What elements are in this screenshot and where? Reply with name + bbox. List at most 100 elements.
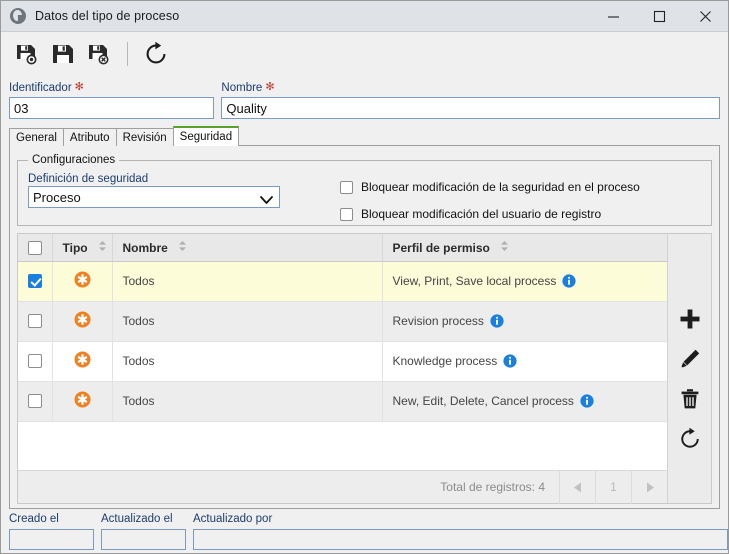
nombre-label: Nombre ✻ <box>221 80 720 95</box>
window-title: Datos del tipo de proceso <box>35 9 180 23</box>
header-select-all-cell <box>18 234 53 262</box>
header-perfil[interactable]: Perfil de permiso <box>382 234 667 262</box>
table-row[interactable]: Todos Revision process <box>18 301 667 342</box>
grid-body: Todos View, Print, Save local process To… <box>18 261 667 422</box>
identificador-label: Identificador ✻ <box>9 80 214 95</box>
grid-action-sidebar <box>667 234 711 503</box>
row-select-cell <box>18 381 53 422</box>
row-perfil-text: Revision process <box>392 314 484 328</box>
edit-record-button[interactable] <box>677 346 703 372</box>
header-tipo[interactable]: Tipo <box>52 234 113 262</box>
grid-main: Tipo Nombre Perfil de permiso Todos View… <box>18 234 667 504</box>
creado-el-label: Creado el <box>9 513 59 525</box>
header-nombre[interactable]: Nombre <box>112 234 383 262</box>
sort-icon[interactable] <box>178 240 187 254</box>
info-icon <box>562 274 576 288</box>
toolbar-separator <box>127 42 128 66</box>
row-checkbox[interactable] <box>27 394 42 409</box>
grid-header-row: Tipo Nombre Perfil de permiso <box>18 234 667 262</box>
identificador-field: Identificador ✻ <box>9 80 215 119</box>
asterisk-badge-icon <box>74 391 90 408</box>
page-number-button[interactable]: 1 <box>595 470 631 504</box>
sort-icon[interactable] <box>98 240 107 254</box>
nombre-field: Nombre ✻ <box>221 80 720 119</box>
save-and-new-button[interactable] <box>10 37 44 71</box>
nombre-input[interactable] <box>221 97 720 119</box>
refresh-button[interactable] <box>139 37 173 71</box>
asterisk-badge-icon <box>74 311 90 328</box>
actualizado-el-input[interactable] <box>101 529 186 550</box>
row-nombre-cell: Todos <box>112 301 383 342</box>
row-perfil-cell: New, Edit, Delete, Cancel process <box>382 381 667 422</box>
row-checkbox[interactable] <box>27 314 42 329</box>
close-button[interactable] <box>682 1 728 32</box>
configuraciones-group: Configuraciones Definición de seguridad … <box>17 154 712 226</box>
lock-security-row[interactable]: Bloquear modificación de la seguridad en… <box>340 176 640 198</box>
save-button[interactable] <box>46 37 80 71</box>
select-all-checkbox[interactable] <box>27 240 42 255</box>
permissions-grid: Tipo Nombre Perfil de permiso Todos View… <box>17 233 712 504</box>
info-icon <box>490 314 504 328</box>
toolbar <box>1 32 728 76</box>
tab-panel-seguridad: Configuraciones Definición de seguridad … <box>9 145 720 509</box>
required-marker: ✻ <box>74 81 84 93</box>
top-fields: Identificador ✻ Nombre ✻ <box>9 80 720 119</box>
row-perfil-text: Knowledge process <box>392 354 498 368</box>
creado-el-input[interactable] <box>9 529 94 550</box>
creado-el-field: Creado el <box>9 513 94 550</box>
row-tipo-cell <box>52 341 113 382</box>
header-nombre-label: Nombre <box>122 240 168 255</box>
identificador-label-text: Identificador <box>9 81 72 94</box>
row-perfil-text: View, Print, Save local process <box>392 274 557 288</box>
tab-atributo[interactable]: Atributo <box>62 128 117 146</box>
tab-revision[interactable]: Revisión <box>115 128 174 146</box>
lock-user-row[interactable]: Bloquear modificación del usuario de reg… <box>340 203 640 225</box>
audit-footer: Creado el Actualizado el Actualizado por <box>1 509 728 553</box>
info-icon <box>503 354 517 368</box>
required-marker: ✻ <box>265 81 275 93</box>
actualizado-el-field: Actualizado el <box>101 513 186 550</box>
row-nombre-cell: Todos <box>112 381 383 422</box>
tab-seguridad[interactable]: Seguridad <box>172 126 240 146</box>
prev-page-button[interactable] <box>559 470 595 504</box>
add-record-button[interactable] <box>677 306 703 332</box>
security-definition-label: Definición de seguridad <box>28 173 149 185</box>
actualizado-el-label: Actualizado el <box>101 513 173 525</box>
maximize-button[interactable] <box>636 1 682 32</box>
delete-record-button[interactable] <box>677 386 703 412</box>
row-checkbox[interactable] <box>27 274 42 289</box>
save-and-close-button[interactable] <box>82 37 116 71</box>
asterisk-badge-icon <box>74 351 90 368</box>
identificador-input[interactable] <box>9 97 215 119</box>
info-icon <box>580 394 594 408</box>
actualizado-por-label: Actualizado por <box>193 513 273 525</box>
row-perfil-text: New, Edit, Delete, Cancel process <box>392 394 574 408</box>
lock-user-label: Bloquear modificación del usuario de reg… <box>361 207 602 221</box>
security-definition-select[interactable]: Proceso <box>28 186 280 208</box>
minimize-button[interactable] <box>590 1 636 32</box>
table-row[interactable]: Todos View, Print, Save local process <box>18 261 667 302</box>
refresh-grid-button[interactable] <box>677 426 703 452</box>
table-row[interactable]: Todos New, Edit, Delete, Cancel process <box>18 381 667 422</box>
security-definition-block: Definición de seguridad Proceso <box>28 173 318 215</box>
next-page-button[interactable] <box>631 470 667 504</box>
table-row[interactable]: Todos Knowledge process <box>18 341 667 382</box>
asterisk-badge-icon <box>74 271 90 288</box>
row-checkbox[interactable] <box>27 354 42 369</box>
grid-empty-space <box>18 421 667 470</box>
lock-user-checkbox[interactable] <box>340 207 353 221</box>
grid-table: Tipo Nombre Perfil de permiso Todos View… <box>18 234 667 422</box>
row-nombre-cell: Todos <box>112 341 383 382</box>
row-tipo-cell <box>52 301 113 342</box>
tab-bar: General Atributo Revisión Seguridad <box>9 126 720 146</box>
row-perfil-cell: Revision process <box>382 301 667 342</box>
lock-security-checkbox[interactable] <box>340 180 353 194</box>
row-select-cell <box>18 261 53 302</box>
row-select-cell <box>18 301 53 342</box>
nombre-label-text: Nombre <box>221 81 263 94</box>
globe-icon <box>10 8 26 24</box>
sort-icon[interactable] <box>500 240 509 254</box>
tab-general[interactable]: General <box>9 128 64 146</box>
row-perfil-cell: View, Print, Save local process <box>382 261 667 302</box>
actualizado-por-input[interactable] <box>193 529 728 550</box>
